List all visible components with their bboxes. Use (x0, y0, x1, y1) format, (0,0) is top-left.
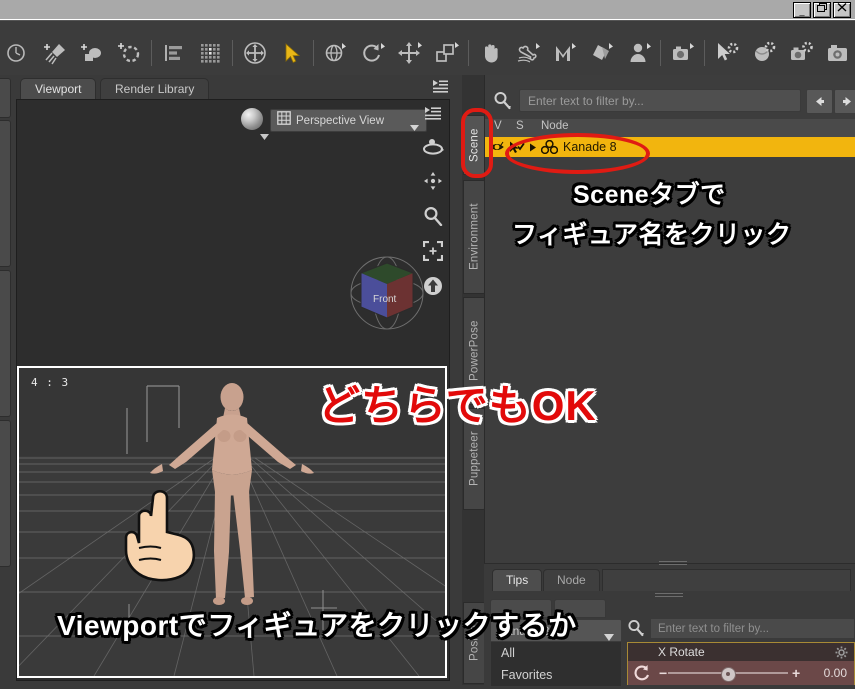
toolbar-separator (468, 40, 469, 66)
parameter-card-x-rotate[interactable]: X Rotate − + 0.00 (627, 642, 855, 685)
parameter-value[interactable]: 0.00 (824, 666, 847, 680)
annotation-scene-tab-line2: フィギュア名をクリック (512, 221, 792, 249)
tab-tips[interactable]: Tips (492, 569, 543, 591)
window-controls: _ (793, 2, 851, 18)
viewport-tabbar-menu-icon[interactable] (432, 78, 449, 101)
toolbar-separator (232, 40, 233, 66)
window-title-bar: _ (0, 0, 855, 20)
pan-icon[interactable] (423, 171, 443, 196)
decrement-button[interactable]: − (659, 665, 667, 681)
bone-tool-icon[interactable] (509, 33, 546, 73)
scene-filter-bar: Enter text to filter by... (493, 89, 855, 116)
parameter-filter-input[interactable]: Enter text to filter by... (650, 618, 855, 639)
pan-hand-icon[interactable] (472, 33, 509, 73)
slider-handle[interactable] (721, 667, 736, 682)
viewport-menu-icon[interactable] (424, 106, 442, 128)
annotation-circle-node-row (505, 133, 650, 174)
universal-tool-icon[interactable] (236, 33, 273, 73)
render-preview-icon[interactable] (745, 33, 782, 73)
parameter-slider[interactable]: − + 0.00 (628, 661, 854, 685)
create-light-icon[interactable] (37, 33, 74, 73)
posing-category-list[interactable]: All Favorites (490, 641, 622, 687)
annotation-circle-scene-tab (461, 108, 493, 178)
morph-tool-icon[interactable] (546, 33, 583, 73)
zoom-icon[interactable] (423, 206, 443, 231)
filter-next-button[interactable] (834, 89, 855, 114)
pointing-hand-cursor-icon (124, 489, 196, 582)
rotate-tool-icon[interactable] (354, 33, 391, 73)
render-icon[interactable] (819, 33, 855, 73)
toolbar-separator (660, 40, 661, 66)
annotation-either-ok: どちらでもOK (318, 382, 597, 429)
tips-tabbar-filler (602, 569, 851, 591)
svg-text:Front: Front (373, 294, 397, 305)
tab-viewport[interactable]: Viewport (20, 78, 97, 100)
viewport-grid-icon (277, 111, 291, 130)
align-icon[interactable] (155, 33, 192, 73)
render-settings-icon[interactable] (0, 33, 37, 73)
translate-tool-icon[interactable] (391, 33, 428, 73)
close-button[interactable] (833, 2, 851, 18)
create-null-icon[interactable] (111, 33, 148, 73)
selection-options-icon[interactable] (708, 33, 745, 73)
left-edge-handle-3[interactable] (0, 270, 11, 417)
view-selector-label: Perspective View (296, 114, 384, 127)
orbit-icon[interactable] (422, 138, 444, 161)
scale-tool-icon[interactable] (428, 33, 465, 73)
filter-prev-button[interactable] (806, 89, 833, 114)
toolbar-separator (704, 40, 705, 66)
minimize-button[interactable]: _ (793, 2, 811, 18)
annotation-scene-tab-line1: Sceneタブで (573, 181, 726, 209)
render-settings-camera-icon[interactable] (782, 33, 819, 73)
column-header-visible[interactable]: V (494, 120, 502, 132)
figure-tool-icon[interactable] (620, 33, 657, 73)
column-header-node[interactable]: Node (541, 120, 569, 132)
search-icon[interactable] (493, 91, 513, 116)
panel-resize-grip[interactable] (659, 559, 687, 565)
parameter-label: X Rotate (658, 645, 705, 659)
column-header-select[interactable]: S (516, 120, 524, 132)
tips-tab-bar: Tips Node (484, 561, 855, 592)
create-camera-icon[interactable] (74, 33, 111, 73)
grid-snap-icon[interactable] (192, 33, 229, 73)
view-selector-chevron-down-icon (410, 118, 419, 136)
rotate-orbit-icon[interactable] (317, 33, 354, 73)
lowpane-resize-grip[interactable] (655, 591, 683, 597)
left-edge-handle-2[interactable] (0, 120, 11, 267)
sidebar-item-environment[interactable]: Environment (463, 180, 486, 294)
scene-filter-input[interactable]: Enter text to filter by... (519, 89, 801, 112)
aspect-ratio-label: 4 : 3 (31, 376, 70, 389)
parameter-search-icon[interactable] (627, 619, 646, 643)
view-cube[interactable]: Front (339, 245, 439, 340)
node-selection-icon[interactable] (273, 33, 310, 73)
scene-tree-area[interactable] (485, 157, 855, 537)
surface-tool-icon[interactable] (583, 33, 620, 73)
tab-node[interactable]: Node (543, 569, 600, 591)
camera-tool-icon[interactable] (664, 33, 701, 73)
parameter-column: Enter text to filter by... X Rotate − + … (626, 615, 855, 685)
draw-style-dropdown-arrow-icon[interactable] (260, 127, 269, 145)
list-item[interactable]: Favorites (491, 664, 621, 686)
tab-render-library[interactable]: Render Library (100, 78, 210, 100)
viewport-tab-bar: Viewport Render Library (12, 78, 452, 100)
toolbar-separator (313, 40, 314, 66)
increment-button[interactable]: + (792, 665, 800, 681)
left-edge-handle-1[interactable] (0, 78, 11, 118)
list-item[interactable]: All (491, 642, 621, 664)
left-edge-handle-4[interactable] (0, 420, 11, 567)
toolbar-separator (151, 40, 152, 66)
main-toolbar: DS (0, 31, 855, 75)
view-selector-dropdown[interactable]: Perspective View (270, 109, 427, 132)
annotation-viewport-click: Viewportでフィギュアをクリックするか (57, 610, 577, 641)
restore-button[interactable] (813, 2, 831, 18)
